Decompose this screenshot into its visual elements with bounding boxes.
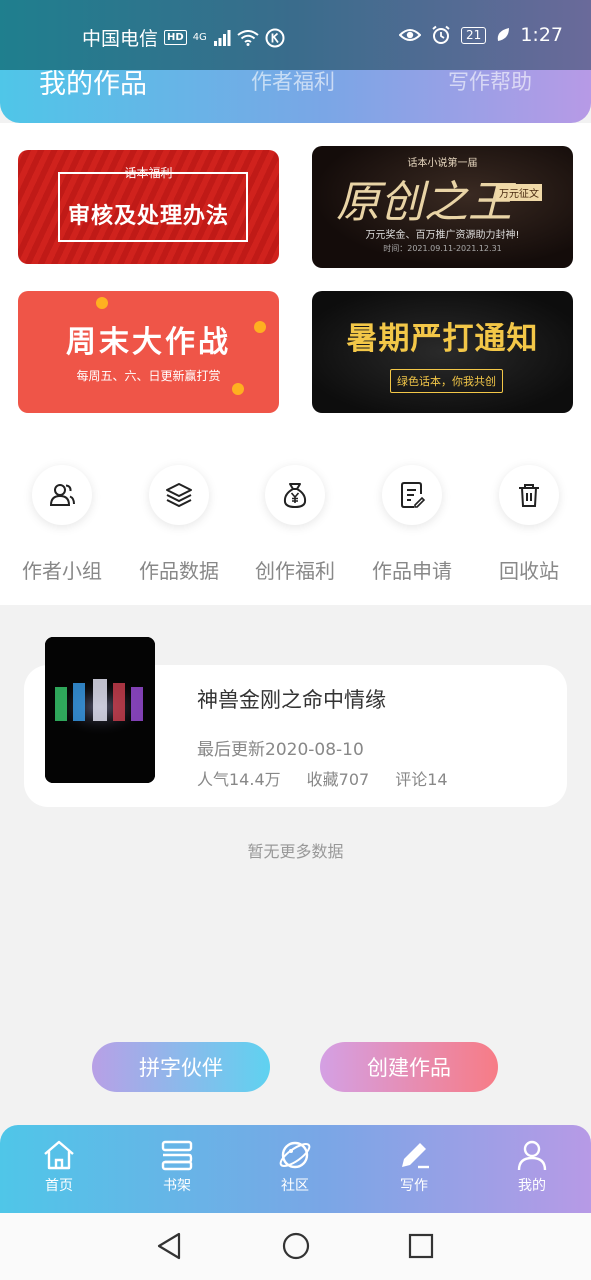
comments-count: 评论14 bbox=[395, 770, 448, 789]
shortcut-work-application[interactable] bbox=[382, 465, 442, 525]
users-icon bbox=[49, 484, 75, 506]
banner-title: 原创之王 bbox=[336, 177, 512, 228]
home-circle-icon[interactable] bbox=[281, 1231, 311, 1261]
tab-bookshelf[interactable]: 书架 bbox=[137, 1137, 217, 1195]
shortcut-label: 回收站 bbox=[499, 559, 559, 583]
banner-date: 时间：2021.09.11-2021.12.31 bbox=[383, 244, 502, 253]
layers-icon bbox=[166, 483, 192, 508]
tab-writing[interactable]: 写作 bbox=[374, 1137, 454, 1195]
no-more-data-text: 暂无更多数据 bbox=[247, 842, 344, 861]
alarm-icon bbox=[432, 25, 450, 44]
banner-weekend-battle[interactable]: 周末大作战 每周五、六、日更新赢打赏 bbox=[18, 291, 279, 413]
work-stats: 人气14.4万 收藏707 评论14 bbox=[197, 766, 448, 790]
pen-icon bbox=[402, 1143, 429, 1169]
banner-description: 万元奖金、百万推广资源助力封神! bbox=[365, 230, 520, 241]
banner-subtitle: 每周五、六、日更新赢打赏 bbox=[76, 369, 221, 383]
create-work-button[interactable]: 创建作品 bbox=[320, 1042, 498, 1092]
shortcut-label: 作品数据 bbox=[139, 559, 219, 583]
leaf-icon bbox=[498, 28, 510, 41]
carrier-name: 中国电信 bbox=[82, 28, 159, 50]
status-right: 21 1:27 bbox=[399, 24, 563, 46]
shortcut-creation-benefits[interactable] bbox=[265, 465, 325, 525]
cover-artwork bbox=[45, 637, 155, 783]
user-icon bbox=[517, 1140, 547, 1171]
shortcut-recycle-bin[interactable] bbox=[499, 465, 559, 525]
banner-subtitle: 话本福利 bbox=[124, 166, 173, 180]
banner-review-rules[interactable]: 话本福利 审核及处理办法 bbox=[18, 150, 279, 264]
tab-writing-help[interactable]: 写作帮助 bbox=[448, 66, 532, 96]
tab-mine[interactable]: 我的 bbox=[492, 1137, 572, 1195]
banner-title: 暑期严打通知 bbox=[346, 321, 539, 357]
banner-tag: 万元征文 bbox=[496, 184, 542, 201]
tab-author-benefits[interactable]: 作者福利 bbox=[251, 66, 335, 96]
tab-community[interactable]: 社区 bbox=[255, 1137, 335, 1195]
k-circle-icon bbox=[265, 28, 285, 47]
wifi-icon bbox=[237, 29, 259, 46]
shortcut-author-group[interactable] bbox=[32, 465, 92, 525]
coin-decoration bbox=[96, 297, 108, 309]
bookshelf-icon bbox=[161, 1140, 193, 1171]
planet-icon bbox=[279, 1141, 311, 1169]
shortcut-work-data[interactable] bbox=[149, 465, 209, 525]
shortcut-label: 作者小组 bbox=[22, 559, 102, 583]
banner-summer-notice[interactable]: 暑期严打通知 绿色话本，你我共创 bbox=[312, 291, 573, 413]
shortcut-label: 创作福利 bbox=[255, 559, 335, 583]
book-cover[interactable] bbox=[45, 637, 155, 783]
document-edit-icon bbox=[401, 482, 426, 508]
header-tabs: 我的作品 作者福利 写作帮助 bbox=[0, 58, 591, 118]
tab-label: 社区 bbox=[281, 1178, 309, 1194]
work-title[interactable]: 神兽金刚之命中情缘 bbox=[197, 684, 386, 714]
eye-icon bbox=[399, 29, 422, 41]
banner-subtitle: 绿色话本，你我共创 bbox=[390, 369, 503, 393]
banner-original-king[interactable]: 话本小说第一届 原创之王 万元征文 万元奖金、百万推广资源助力封神! 时间：20… bbox=[312, 146, 573, 268]
hd-badge: HD bbox=[164, 30, 187, 45]
tab-label: 首页 bbox=[45, 1178, 73, 1194]
tab-home[interactable]: 首页 bbox=[19, 1137, 99, 1195]
trash-icon bbox=[519, 484, 539, 507]
spelling-partner-button[interactable]: 拼字伙伴 bbox=[92, 1042, 270, 1092]
popularity-count: 人气14.4万 bbox=[197, 770, 281, 789]
shortcut-label: 作品申请 bbox=[372, 559, 452, 583]
tab-label: 写作 bbox=[400, 1178, 428, 1194]
tab-label: 书架 bbox=[163, 1178, 191, 1194]
status-left: 中国电信 HD 4G bbox=[82, 24, 285, 51]
money-bag-icon bbox=[283, 483, 307, 509]
banner-title: 周末大作战 bbox=[66, 325, 231, 360]
system-nav-bar bbox=[0, 1213, 591, 1280]
tab-my-works[interactable]: 我的作品 bbox=[39, 62, 147, 101]
signal-icon bbox=[213, 29, 231, 46]
back-icon[interactable] bbox=[155, 1231, 183, 1261]
home-icon bbox=[44, 1140, 74, 1170]
banner-title: 审核及处理办法 bbox=[67, 204, 229, 229]
tab-label: 我的 bbox=[518, 1178, 546, 1194]
battery-indicator: 21 bbox=[461, 26, 487, 44]
recents-icon[interactable] bbox=[407, 1231, 435, 1261]
work-last-updated: 最后更新2020-08-10 bbox=[197, 740, 364, 760]
bottom-tab-bar: 首页 书架 社区 写作 我的 bbox=[0, 1125, 591, 1213]
coin-decoration bbox=[232, 383, 244, 395]
clock: 1:27 bbox=[520, 24, 563, 46]
favorites-count: 收藏707 bbox=[306, 770, 370, 789]
network-type: 4G bbox=[192, 32, 207, 43]
